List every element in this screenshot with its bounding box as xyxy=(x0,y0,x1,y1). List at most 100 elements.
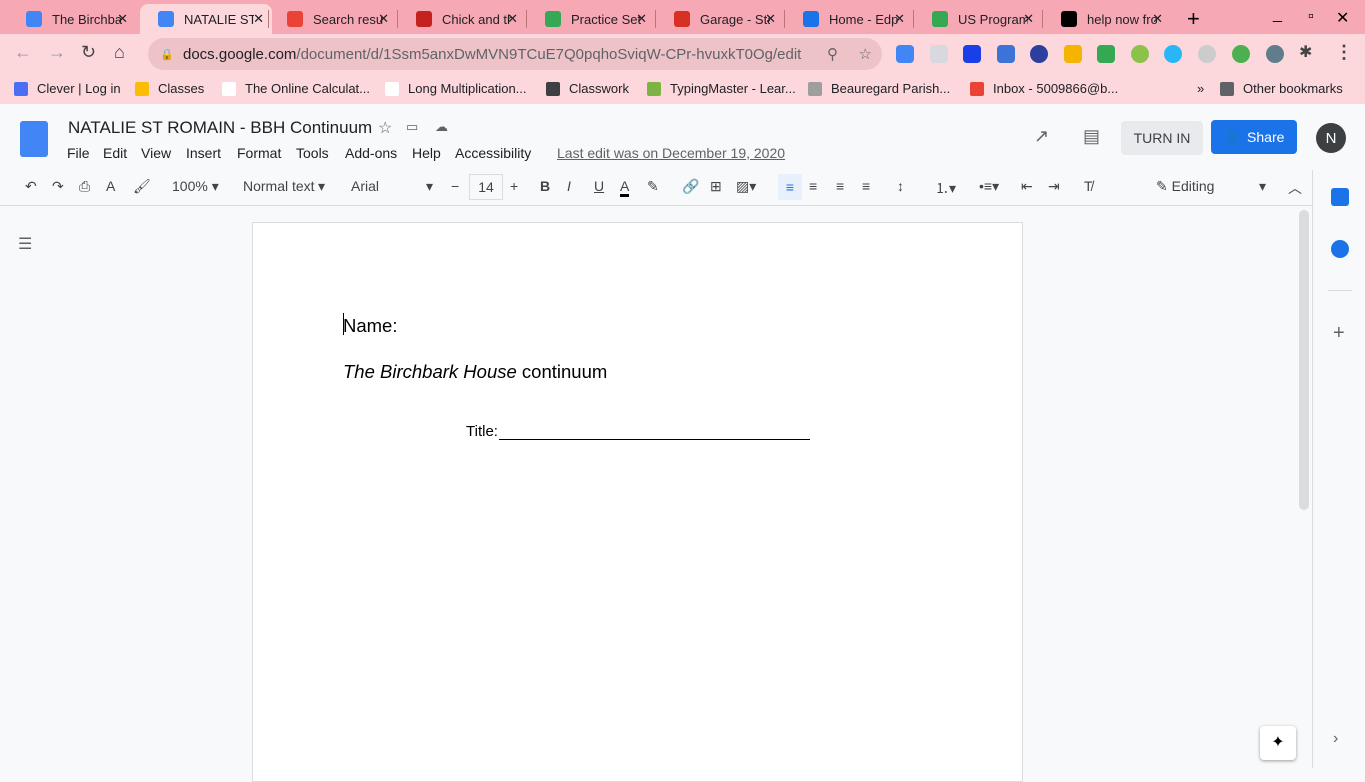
browser-tab[interactable]: help now from✕ xyxy=(1043,4,1171,34)
cloud-saved-icon[interactable]: ☁ xyxy=(435,119,448,135)
bookmark-star-icon[interactable]: ☆ xyxy=(859,45,872,63)
extension-icon[interactable] xyxy=(1064,45,1082,63)
home-icon[interactable]: ⌂ xyxy=(114,42,125,63)
decrease-font-button[interactable]: − xyxy=(451,178,459,194)
style-select[interactable]: Normal text xyxy=(243,178,325,194)
explore-button[interactable]: ✦ xyxy=(1260,726,1296,760)
print-icon[interactable]: ⎙ xyxy=(79,178,90,195)
close-tab-icon[interactable]: ✕ xyxy=(378,11,389,27)
reload-icon[interactable]: ↻ xyxy=(81,42,96,63)
line-spacing-icon[interactable]: ↕ xyxy=(897,178,904,194)
extension-icon[interactable] xyxy=(1164,45,1182,63)
bookmark-item[interactable]: TypingMaster - Lear... xyxy=(647,81,796,96)
maximize-icon[interactable]: ▫ xyxy=(1308,8,1314,26)
extension-icon[interactable] xyxy=(1232,45,1250,63)
calendar-icon[interactable] xyxy=(1331,188,1349,206)
puzzle-icon[interactable]: ✱ xyxy=(1299,42,1312,62)
bookmark-item[interactable]: Clever | Log in xyxy=(14,81,121,96)
zoom-icon[interactable]: ⚲ xyxy=(827,45,838,63)
menu-edit[interactable]: Edit xyxy=(103,145,127,161)
spellcheck-icon[interactable]: A xyxy=(106,178,115,194)
text-color-icon[interactable]: A xyxy=(620,178,630,197)
last-edit-link[interactable]: Last edit was on December 19, 2020 xyxy=(557,145,785,161)
italic-icon[interactable]: I xyxy=(567,178,571,194)
scrollbar[interactable] xyxy=(1299,210,1309,510)
font-select[interactable]: Arial xyxy=(351,178,379,194)
image-icon[interactable]: ▨▾ xyxy=(736,178,756,195)
extension-icon[interactable] xyxy=(930,45,948,63)
menu-format[interactable]: Format xyxy=(237,145,281,161)
menu-icon[interactable]: ⋮ xyxy=(1335,42,1353,63)
browser-tab[interactable]: Chick and the✕ xyxy=(398,4,526,34)
browser-tab[interactable]: The Birchbark✕ xyxy=(8,4,136,34)
bold-icon[interactable]: B xyxy=(540,178,550,194)
add-addon-icon[interactable]: + xyxy=(1333,322,1345,345)
close-tab-icon[interactable]: ✕ xyxy=(507,11,518,27)
tasks-icon[interactable] xyxy=(1331,240,1349,258)
forward-icon[interactable]: → xyxy=(48,42,66,63)
link-icon[interactable]: 🔗 xyxy=(682,178,699,195)
extension-icon[interactable] xyxy=(896,45,914,63)
menu-add-ons[interactable]: Add-ons xyxy=(345,145,397,161)
menu-help[interactable]: Help xyxy=(412,145,441,161)
bookmark-item[interactable]: Long Multiplication... xyxy=(385,81,527,96)
increase-indent-icon[interactable]: ⇥ xyxy=(1048,178,1060,195)
hide-menus-icon[interactable]: ︿ xyxy=(1288,178,1302,198)
close-tab-icon[interactable]: ✕ xyxy=(117,11,128,27)
redo-icon[interactable]: ↷ xyxy=(52,178,64,195)
align-center-icon[interactable]: ≡ xyxy=(809,178,817,194)
star-icon[interactable]: ☆ xyxy=(378,118,392,138)
zoom-select[interactable]: 100% ▾ xyxy=(172,178,219,195)
bookmark-item[interactable]: Classwork xyxy=(546,81,629,96)
close-tab-icon[interactable]: ✕ xyxy=(636,11,647,27)
align-left-icon[interactable]: ≡ xyxy=(778,174,802,200)
bookmark-item[interactable]: Classes xyxy=(135,81,204,96)
bookmarks-overflow[interactable]: » xyxy=(1197,81,1204,96)
expand-panel-icon[interactable]: › xyxy=(1333,730,1338,748)
extension-icon[interactable] xyxy=(1030,45,1048,63)
bulleted-list-icon[interactable]: •≡▾ xyxy=(979,178,999,195)
highlight-icon[interactable]: ✎ xyxy=(647,178,659,195)
close-tab-icon[interactable]: ✕ xyxy=(765,11,776,27)
browser-tab[interactable]: Home - Edpuzzle✕ xyxy=(785,4,913,34)
share-button[interactable]: 👤 Share xyxy=(1211,120,1297,154)
bookmark-item[interactable]: The Online Calculat... xyxy=(222,81,370,96)
close-window-icon[interactable]: ✕ xyxy=(1336,8,1349,28)
move-folder-icon[interactable]: ▭ xyxy=(406,119,418,135)
bookmark-item[interactable]: Inbox - 5009866@b... xyxy=(970,81,1118,96)
increase-font-button[interactable]: + xyxy=(510,178,518,194)
close-tab-icon[interactable]: ✕ xyxy=(253,11,264,27)
editing-mode-select[interactable]: ✎ Editing xyxy=(1156,178,1214,195)
minimize-icon[interactable]: _ xyxy=(1273,6,1282,24)
extension-icon[interactable] xyxy=(997,45,1015,63)
new-tab-icon[interactable]: + xyxy=(1187,6,1200,32)
comment-icon[interactable]: ⊞ xyxy=(710,178,722,195)
close-tab-icon[interactable]: ✕ xyxy=(1152,11,1163,27)
font-size-input[interactable]: 14 xyxy=(469,174,503,200)
close-tab-icon[interactable]: ✕ xyxy=(1023,11,1034,27)
browser-tab[interactable]: Garage - Start✕ xyxy=(656,4,784,34)
bookmark-item[interactable]: Beauregard Parish... xyxy=(808,81,950,96)
menu-insert[interactable]: Insert xyxy=(186,145,221,161)
extension-icon[interactable] xyxy=(963,45,981,63)
browser-tab[interactable]: NATALIE ST ROMAIN✕ xyxy=(140,4,272,34)
drive-icon[interactable] xyxy=(1097,45,1115,63)
extension-icon[interactable] xyxy=(1131,45,1149,63)
docs-logo-icon[interactable] xyxy=(20,121,48,157)
turn-in-button[interactable]: TURN IN xyxy=(1121,121,1203,155)
extension-icon[interactable] xyxy=(1266,45,1284,63)
help-extension-icon[interactable] xyxy=(1198,45,1216,63)
other-bookmarks[interactable]: Other bookmarks xyxy=(1220,81,1343,96)
clear-formatting-icon[interactable]: T̸ xyxy=(1084,178,1093,194)
address-bar[interactable]: 🔒 docs.google.com/document/d/1Ssm5anxDwM… xyxy=(148,38,882,70)
paint-format-icon[interactable]: 🖌 xyxy=(133,178,151,195)
outline-icon[interactable]: ☰ xyxy=(18,234,32,254)
document-page[interactable]: Name: The Birchbark House continuum Titl… xyxy=(252,222,1023,782)
underline-icon[interactable]: U xyxy=(594,178,604,194)
browser-tab[interactable]: US Programs✕ xyxy=(914,4,1042,34)
justify-icon[interactable]: ≡ xyxy=(862,178,870,194)
browser-tab[interactable]: Search results✕ xyxy=(269,4,397,34)
comments-icon[interactable]: ▤ xyxy=(1083,126,1100,147)
menu-file[interactable]: File xyxy=(67,145,90,161)
back-icon[interactable]: ← xyxy=(14,42,32,63)
